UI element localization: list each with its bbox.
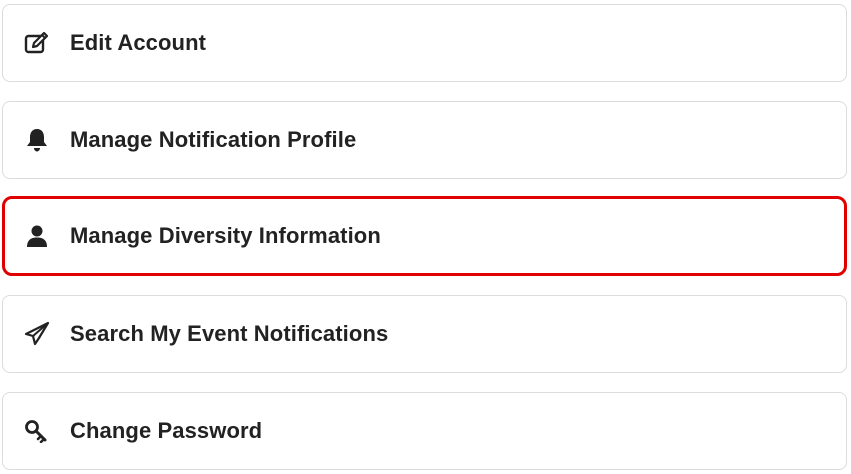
- user-icon: [23, 222, 51, 250]
- bell-icon: [23, 126, 51, 154]
- edit-account-button[interactable]: Edit Account: [2, 4, 847, 82]
- paper-plane-icon: [23, 320, 51, 348]
- search-my-event-notifications-button[interactable]: Search My Event Notifications: [2, 295, 847, 373]
- manage-diversity-information-label: Manage Diversity Information: [70, 223, 381, 248]
- key-icon: [23, 417, 51, 445]
- manage-diversity-information-button[interactable]: Manage Diversity Information: [2, 196, 847, 276]
- account-menu: Edit Account Manage Notification Profile…: [0, 0, 851, 474]
- edit-account-label: Edit Account: [70, 30, 207, 55]
- manage-notification-profile-label: Manage Notification Profile: [70, 127, 357, 152]
- change-password-button[interactable]: Change Password: [2, 392, 847, 470]
- change-password-label: Change Password: [70, 418, 263, 443]
- edit-icon: [23, 29, 51, 57]
- search-my-event-notifications-label: Search My Event Notifications: [70, 321, 389, 346]
- manage-notification-profile-button[interactable]: Manage Notification Profile: [2, 101, 847, 179]
